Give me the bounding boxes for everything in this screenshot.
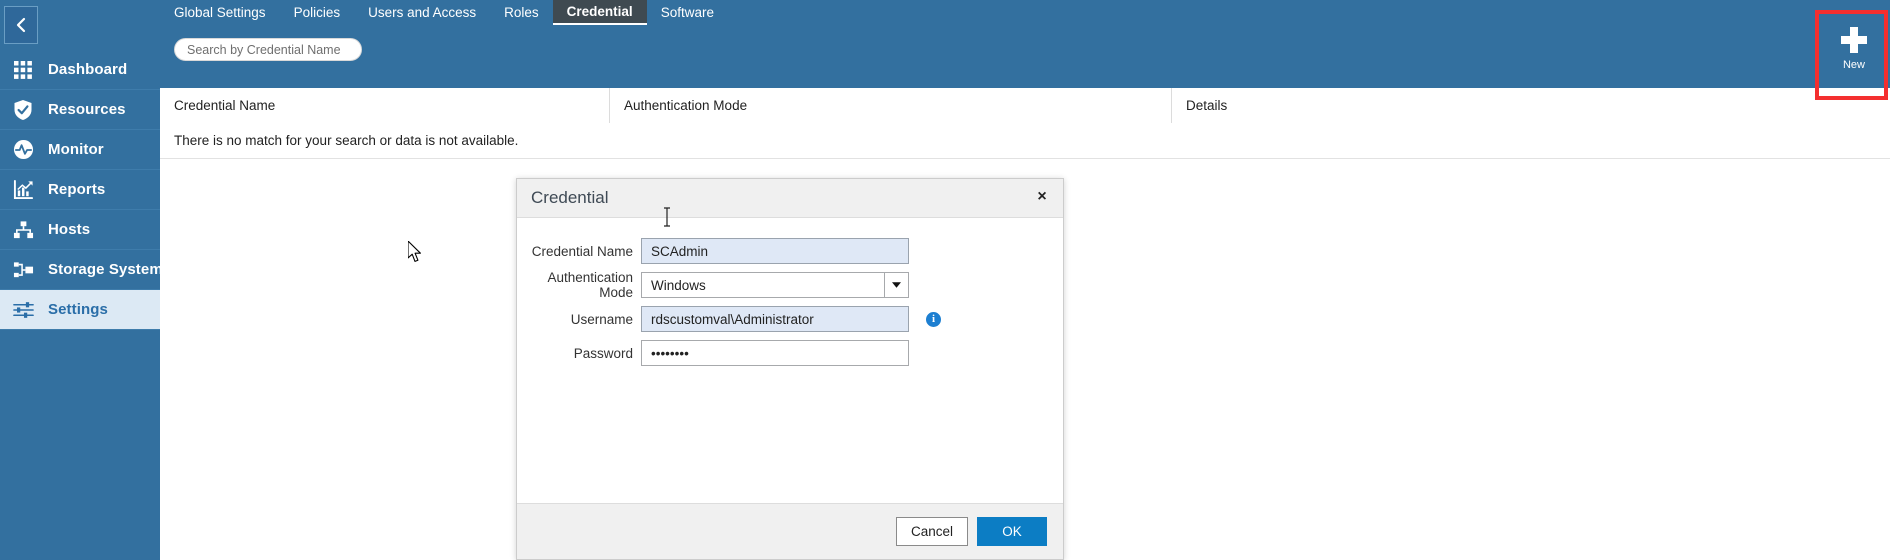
- field-row-credential-name: Credential Name: [517, 238, 1063, 264]
- sidebar-item-label: Monitor: [48, 141, 104, 158]
- tab-software[interactable]: Software: [647, 0, 728, 25]
- sidebar-item-reports[interactable]: Reports: [0, 170, 160, 210]
- sidebar-item-resources[interactable]: Resources: [0, 90, 160, 130]
- password-label: Password: [517, 346, 641, 361]
- table-header-row: Credential Name Authentication Mode Deta…: [160, 88, 1890, 123]
- search-container: [174, 38, 362, 61]
- sidebar-item-dashboard[interactable]: Dashboard: [0, 50, 160, 90]
- dialog-body: Credential Name Authentication Mode User…: [517, 218, 1063, 534]
- settings-tabs: Global Settings Policies Users and Acces…: [160, 0, 728, 25]
- plus-icon: [1841, 27, 1867, 53]
- tab-policies[interactable]: Policies: [280, 0, 355, 25]
- username-input[interactable]: [641, 306, 909, 332]
- sidebar-item-label: Storage Systems: [48, 261, 171, 278]
- tab-label: Policies: [294, 5, 341, 20]
- search-input[interactable]: [174, 38, 362, 61]
- column-header-label: Authentication Mode: [624, 98, 747, 113]
- dialog-title: Credential: [517, 188, 609, 208]
- tab-roles[interactable]: Roles: [490, 0, 553, 25]
- dialog-header: Credential ×: [517, 179, 1063, 218]
- sidebar-item-hosts[interactable]: Hosts: [0, 210, 160, 250]
- sidebar-item-label: Dashboard: [48, 61, 127, 78]
- topbar: Global Settings Policies Users and Acces…: [160, 0, 1890, 88]
- application-window: Dashboard Resources Mo: [0, 0, 1890, 560]
- sidebar: Dashboard Resources Mo: [0, 0, 160, 560]
- tab-label: Software: [661, 5, 714, 20]
- authentication-mode-label: Authentication Mode: [517, 270, 641, 300]
- chevron-down-icon[interactable]: [884, 273, 908, 297]
- credential-name-input[interactable]: [641, 238, 909, 264]
- collapse-sidebar-button[interactable]: [4, 6, 38, 44]
- sidebar-item-settings[interactable]: Settings: [0, 290, 160, 330]
- sidebar-item-label: Reports: [48, 181, 105, 198]
- sidebar-item-label: Hosts: [48, 221, 90, 238]
- tab-credential[interactable]: Credential: [553, 0, 647, 25]
- info-icon[interactable]: i: [926, 312, 941, 327]
- sliders-icon: [8, 298, 38, 322]
- field-row-authentication-mode: Authentication Mode: [517, 272, 1063, 298]
- credential-name-label: Credential Name: [517, 244, 641, 259]
- sidebar-item-label: Resources: [48, 101, 126, 118]
- sidebar-item-storage-systems[interactable]: Storage Systems: [0, 250, 160, 290]
- grid-icon: [8, 58, 38, 82]
- tab-label: Roles: [504, 5, 539, 20]
- column-header-label: Details: [1186, 98, 1227, 113]
- sidebar-item-monitor[interactable]: Monitor: [0, 130, 160, 170]
- tab-label: Credential: [567, 4, 633, 19]
- username-label: Username: [517, 312, 641, 327]
- column-header-authentication-mode[interactable]: Authentication Mode: [610, 88, 1172, 123]
- authentication-mode-value[interactable]: [641, 272, 909, 298]
- field-row-username: Username i: [517, 306, 1063, 332]
- tab-label: Users and Access: [368, 5, 476, 20]
- pulse-circle-icon: [8, 138, 38, 162]
- empty-message-text: There is no match for your search or dat…: [174, 133, 518, 148]
- column-header-credential-name[interactable]: Credential Name: [160, 88, 610, 123]
- chevron-left-icon: [14, 16, 28, 34]
- storage-nodes-icon: [8, 258, 38, 282]
- tab-label: Global Settings: [174, 5, 266, 20]
- password-input[interactable]: [641, 340, 909, 366]
- new-button-label: New: [1843, 59, 1865, 71]
- sidebar-item-label: Settings: [48, 301, 108, 318]
- tab-global-settings[interactable]: Global Settings: [160, 0, 280, 25]
- column-header-details[interactable]: Details: [1172, 88, 1890, 123]
- new-button[interactable]: New: [1822, 12, 1886, 86]
- shield-check-icon: [8, 98, 38, 122]
- ok-button[interactable]: OK: [977, 517, 1047, 546]
- cancel-button[interactable]: Cancel: [896, 517, 968, 546]
- credential-dialog: Credential × Credential Name Authenticat…: [516, 178, 1064, 560]
- table-empty-message: There is no match for your search or dat…: [160, 123, 1890, 159]
- authentication-mode-select[interactable]: [641, 272, 909, 298]
- tab-users-and-access[interactable]: Users and Access: [354, 0, 490, 25]
- chart-up-icon: [8, 178, 38, 202]
- field-row-password: Password: [517, 340, 1063, 366]
- close-icon[interactable]: ×: [1033, 188, 1051, 206]
- column-header-label: Credential Name: [174, 98, 275, 113]
- dialog-footer: Cancel OK: [517, 503, 1063, 559]
- network-tree-icon: [8, 218, 38, 242]
- sidebar-nav: Dashboard Resources Mo: [0, 50, 160, 330]
